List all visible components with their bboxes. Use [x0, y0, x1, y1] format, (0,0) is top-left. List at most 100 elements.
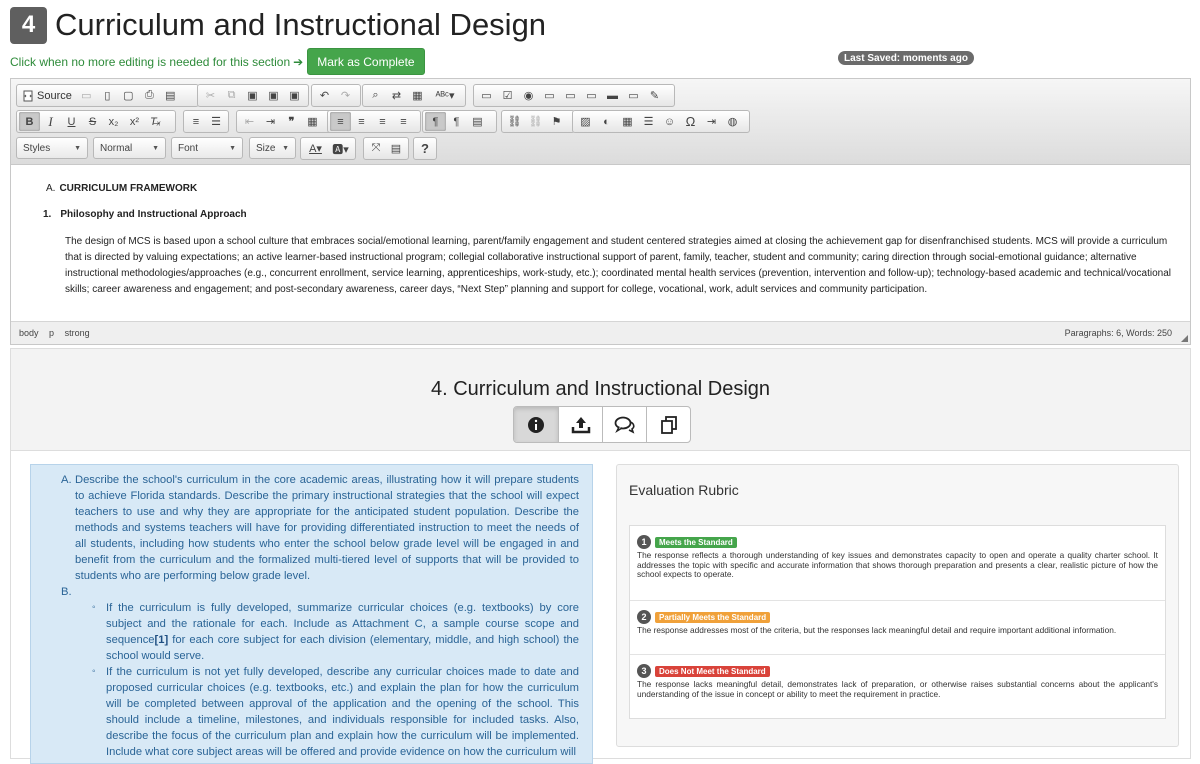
textarea-icon[interactable]: ▭	[560, 86, 581, 105]
ltr-icon[interactable]: ¶	[425, 112, 446, 131]
toolbar-group-editing: ⌕ ⇄ ▦ ᴬᴮᶜ▾	[362, 84, 466, 107]
paste-icon[interactable]: ▣	[242, 86, 263, 105]
heading-1-text: CURRICULUM FRAMEWORK	[59, 183, 198, 194]
word-count: Paragraphs: 6, Words: 250	[1064, 328, 1172, 338]
remove-format-icon[interactable]: T̶ₓ	[145, 112, 166, 131]
undo-icon[interactable]: ↶	[314, 86, 335, 105]
tab-comments[interactable]	[602, 407, 646, 442]
rtl-icon[interactable]: ¶	[446, 112, 467, 131]
align-right-icon[interactable]: ≡	[372, 112, 393, 131]
div-container-icon[interactable]: ▦	[302, 112, 323, 131]
paste-text-icon[interactable]: ▣	[263, 86, 284, 105]
toolbar-group-align: ≡ ≡ ≡ ≡	[327, 110, 421, 133]
toolbar-group-insert: ▨ ◐ ▦ ☰ ☺ Ω ⇥ ◍	[572, 110, 750, 133]
new-page-icon[interactable]: ▯	[97, 86, 118, 105]
outdent-icon[interactable]: ⇤	[239, 112, 260, 131]
save-icon[interactable]: ▭	[76, 86, 97, 105]
smiley-icon[interactable]: ☺	[659, 112, 680, 131]
format-combo[interactable]: Normal ▼	[93, 137, 166, 159]
list-item: If the curriculum is not yet fully devel…	[92, 664, 579, 760]
align-left-icon[interactable]: ≡	[330, 112, 351, 131]
resize-handle-icon[interactable]	[1181, 335, 1188, 342]
checkbox-icon[interactable]: ☑	[497, 86, 518, 105]
justify-icon[interactable]: ≡	[393, 112, 414, 131]
show-blocks-icon[interactable]: ▤	[386, 139, 406, 158]
cut-icon[interactable]: ✂	[200, 86, 221, 105]
align-center-icon[interactable]: ≡	[351, 112, 372, 131]
status-badge: Meets the Standard	[655, 536, 737, 548]
bulleted-list-icon[interactable]: ☰	[206, 112, 226, 131]
iframe-icon[interactable]: ◍	[722, 112, 743, 131]
select-field-icon[interactable]: ▭	[581, 86, 602, 105]
chevron-down-icon: ▼	[152, 144, 159, 152]
button-field-icon[interactable]: ▬	[602, 86, 623, 105]
preview-icon[interactable]: ▢	[118, 86, 139, 105]
font-combo[interactable]: Font ▼	[171, 137, 243, 159]
page-break-icon[interactable]: ⇥	[701, 112, 722, 131]
italic-icon[interactable]: I	[40, 112, 61, 131]
footnote-link[interactable]: [1]	[155, 634, 169, 646]
redo-icon[interactable]: ↷	[335, 86, 356, 105]
chevron-down-icon: ▼	[74, 144, 81, 152]
text-color-icon[interactable]: A▾	[303, 139, 328, 158]
maximize-icon[interactable]: ⤧	[366, 139, 386, 158]
section-number-badge: 4	[10, 6, 47, 44]
print-icon[interactable]: ⎙	[139, 86, 160, 105]
anchor-icon[interactable]: ⚑	[546, 112, 567, 131]
copy-icon[interactable]: ⧉	[221, 86, 242, 105]
styles-combo-label: Styles	[23, 142, 51, 154]
strikethrough-icon[interactable]: S	[82, 112, 103, 131]
flash-icon[interactable]: ◐	[596, 112, 617, 131]
underline-icon[interactable]: U	[61, 112, 82, 131]
image-icon[interactable]: ▨	[575, 112, 596, 131]
numbered-list-icon[interactable]: ≡	[186, 112, 206, 131]
indent-icon[interactable]: ⇥	[260, 112, 281, 131]
path-item[interactable]: strong	[65, 328, 90, 338]
prompt-b-marker: B.	[61, 586, 72, 598]
hidden-field-icon[interactable]: ✎	[644, 86, 665, 105]
chevron-down-icon: ▼	[229, 144, 236, 152]
chevron-down-icon: ▼	[282, 144, 289, 152]
help-button[interactable]: ?	[416, 139, 434, 158]
select-all-icon[interactable]: ▦	[407, 86, 428, 105]
path-item[interactable]: p	[49, 328, 54, 338]
templates-icon[interactable]: ▤	[160, 86, 181, 105]
horizontal-line-icon[interactable]: ☰	[638, 112, 659, 131]
source-button[interactable]: Source	[19, 90, 76, 102]
textfield-icon[interactable]: ▭	[539, 86, 560, 105]
size-combo[interactable]: Size ▼	[249, 137, 296, 159]
subscript-icon[interactable]: x₂	[103, 112, 124, 131]
prompt-b-list: If the curriculum is fully developed, su…	[92, 600, 579, 760]
replace-icon[interactable]: ⇄	[386, 86, 407, 105]
superscript-icon[interactable]: x²	[124, 112, 145, 131]
blockquote-icon[interactable]: ❞	[281, 112, 302, 131]
path-item[interactable]: body	[19, 328, 39, 338]
content-paragraph: The design of MCS is based upon a school…	[65, 236, 1171, 295]
language-icon[interactable]: ▤	[467, 112, 488, 131]
rubric-item-meets: 1 Meets the Standard The response reflec…	[630, 526, 1165, 600]
paste-word-icon[interactable]: ▣	[284, 86, 305, 105]
table-icon[interactable]: ▦	[617, 112, 638, 131]
size-combo-label: Size	[256, 142, 276, 154]
tab-upload[interactable]	[558, 407, 602, 442]
mark-complete-button[interactable]: Mark as Complete	[307, 48, 425, 75]
unlink-icon[interactable]: ⛓	[525, 112, 546, 131]
background-color-icon[interactable]: 🅰▾	[328, 139, 353, 158]
radio-icon[interactable]: ◉	[518, 86, 539, 105]
styles-combo[interactable]: Styles ▼	[16, 137, 88, 159]
special-char-icon[interactable]: Ω	[680, 112, 701, 131]
heading-1-prefix: A.	[46, 183, 56, 194]
tab-copy[interactable]	[646, 407, 690, 442]
link-icon[interactable]: ⛓	[504, 112, 525, 131]
format-combo-label: Normal	[100, 142, 133, 154]
spellcheck-icon[interactable]: ᴬᴮᶜ▾	[428, 86, 462, 105]
source-label: Source	[37, 89, 72, 102]
toolbar-group-lists: ≡ ☰	[183, 110, 229, 133]
bold-icon[interactable]: B	[19, 112, 40, 131]
editor-content-area[interactable]: A. CURRICULUM FRAMEWORK 1. Philosophy and …	[11, 166, 1190, 321]
find-icon[interactable]: ⌕	[365, 86, 386, 105]
form-icon[interactable]: ▭	[476, 86, 497, 105]
arrow-right-icon: ➔	[293, 54, 304, 69]
image-button-icon[interactable]: ▭	[623, 86, 644, 105]
tab-info[interactable]	[514, 407, 558, 442]
